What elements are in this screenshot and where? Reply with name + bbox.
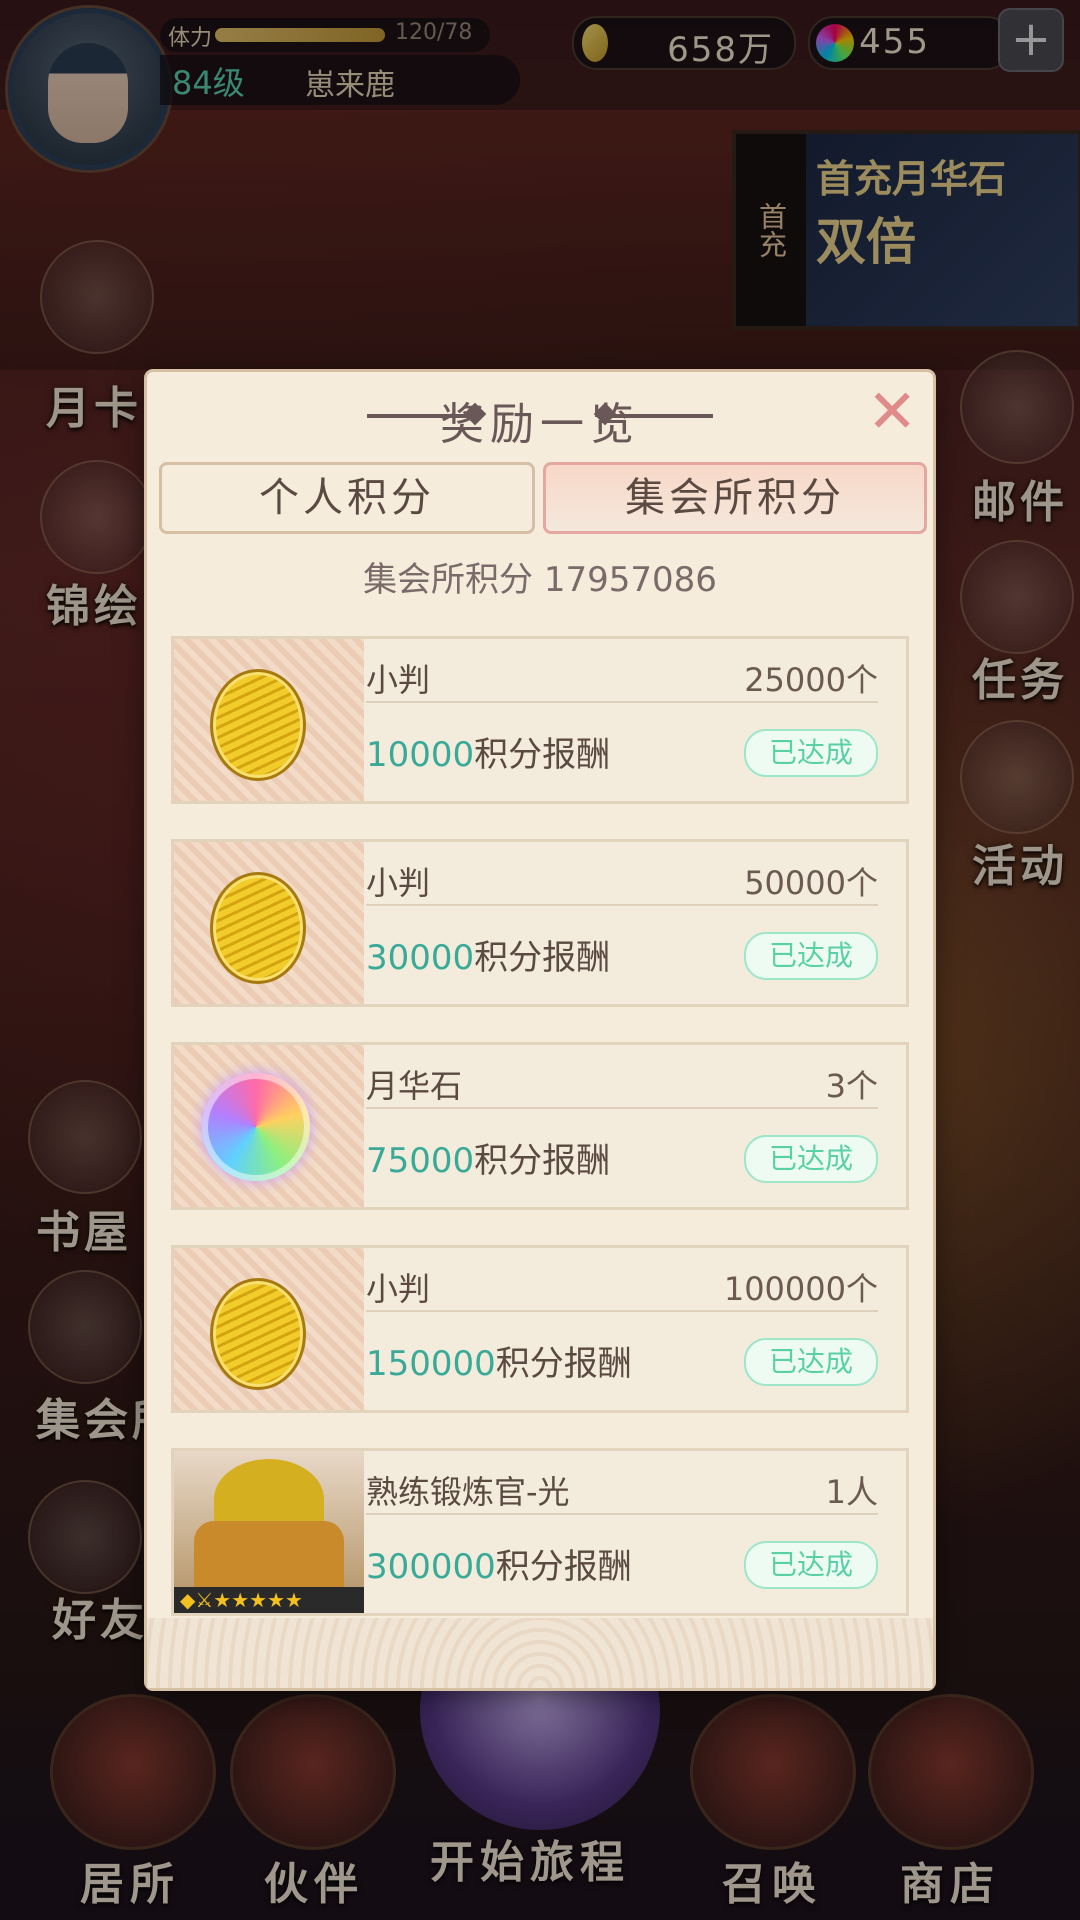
reward-name: 小判 <box>366 1270 431 1308</box>
requirement-suffix: 积分报酬 <box>495 1547 632 1587</box>
reward-quantity: 25000个 <box>744 661 878 699</box>
reward-list[interactable]: 小判 25000个 10000积分报酬 已达成 小判 50000个 30000积… <box>171 636 909 1672</box>
character-body <box>194 1521 344 1591</box>
requirement-suffix: 积分报酬 <box>474 938 611 978</box>
dialog-title: 奖励一览 <box>440 399 640 450</box>
reward-thumb <box>174 842 364 1004</box>
divider <box>366 701 878 703</box>
dialog-tabs: 个人积分 集会所积分 <box>159 462 927 534</box>
required-points: 10000 <box>366 735 475 775</box>
reward-name: 月华石 <box>366 1067 463 1105</box>
achieved-badge: 已达成 <box>744 1135 878 1183</box>
reward-requirement: 75000积分报酬 <box>366 1133 610 1182</box>
divider <box>366 1513 878 1515</box>
reward-name: 小判 <box>366 661 431 699</box>
reward-quantity: 100000个 <box>723 1270 878 1308</box>
reward-quantity: 1人 <box>825 1473 878 1511</box>
reward-card: 小判 50000个 30000积分报酬 已达成 <box>171 839 909 1007</box>
reward-thumb <box>174 1248 364 1410</box>
reward-thumb <box>174 1045 364 1207</box>
divider <box>366 1107 878 1109</box>
achieved-badge: 已达成 <box>744 1541 878 1589</box>
divider <box>366 904 878 906</box>
reward-card: 小判 100000个 150000积分报酬 已达成 <box>171 1245 909 1413</box>
reward-quantity: 50000个 <box>744 864 878 902</box>
achieved-badge: 已达成 <box>744 932 878 980</box>
dialog-header: 奖励一览 ✕ <box>147 372 933 462</box>
achieved-badge: 已达成 <box>744 729 878 777</box>
guild-score: 集会所积分 17957086 <box>363 560 717 600</box>
requirement-suffix: 积分报酬 <box>474 735 611 775</box>
requirement-suffix: 积分报酬 <box>474 1141 611 1181</box>
character-portrait: ◆⚔★★★★★ <box>174 1451 364 1613</box>
achieved-badge: 已达成 <box>744 1338 878 1386</box>
reward-thumb[interactable]: ◆⚔★★★★★ <box>174 1451 364 1613</box>
reward-card: 月华石 3个 75000积分报酬 已达成 <box>171 1042 909 1210</box>
coin-icon <box>210 1278 306 1390</box>
coin-icon <box>210 872 306 984</box>
required-points: 75000 <box>366 1141 475 1181</box>
rewards-dialog: 奖励一览 ✕ 个人积分 集会所积分 集会所积分 17957086 小判 2500… <box>147 372 933 1688</box>
required-points: 150000 <box>366 1344 496 1384</box>
reward-name: 小判 <box>366 864 431 902</box>
requirement-suffix: 积分报酬 <box>495 1344 632 1384</box>
reward-quantity: 3个 <box>825 1067 878 1105</box>
close-button[interactable]: ✕ <box>867 382 917 442</box>
gem-icon <box>202 1073 310 1181</box>
required-points: 30000 <box>366 938 475 978</box>
reward-card: 小判 25000个 10000积分报酬 已达成 <box>171 636 909 804</box>
title-ornament-right <box>603 414 713 418</box>
reward-requirement: 150000积分报酬 <box>366 1336 632 1385</box>
reward-card: ◆⚔★★★★★ 熟练锻炼官-光 1人 300000积分报酬 已达成 <box>171 1448 909 1616</box>
tab-guild-points[interactable]: 集会所积分 <box>543 462 927 534</box>
dialog-footer-pattern <box>147 1618 933 1688</box>
reward-requirement: 300000积分报酬 <box>366 1539 632 1588</box>
rarity-stars: ◆⚔★★★★★ <box>174 1587 364 1613</box>
required-points: 300000 <box>366 1547 496 1587</box>
divider <box>366 1310 878 1312</box>
reward-thumb <box>174 639 364 801</box>
tab-personal-points[interactable]: 个人积分 <box>159 462 535 534</box>
coin-icon <box>210 669 306 781</box>
reward-name: 熟练锻炼官-光 <box>366 1473 570 1511</box>
reward-requirement: 30000积分报酬 <box>366 930 610 979</box>
reward-requirement: 10000积分报酬 <box>366 727 610 776</box>
